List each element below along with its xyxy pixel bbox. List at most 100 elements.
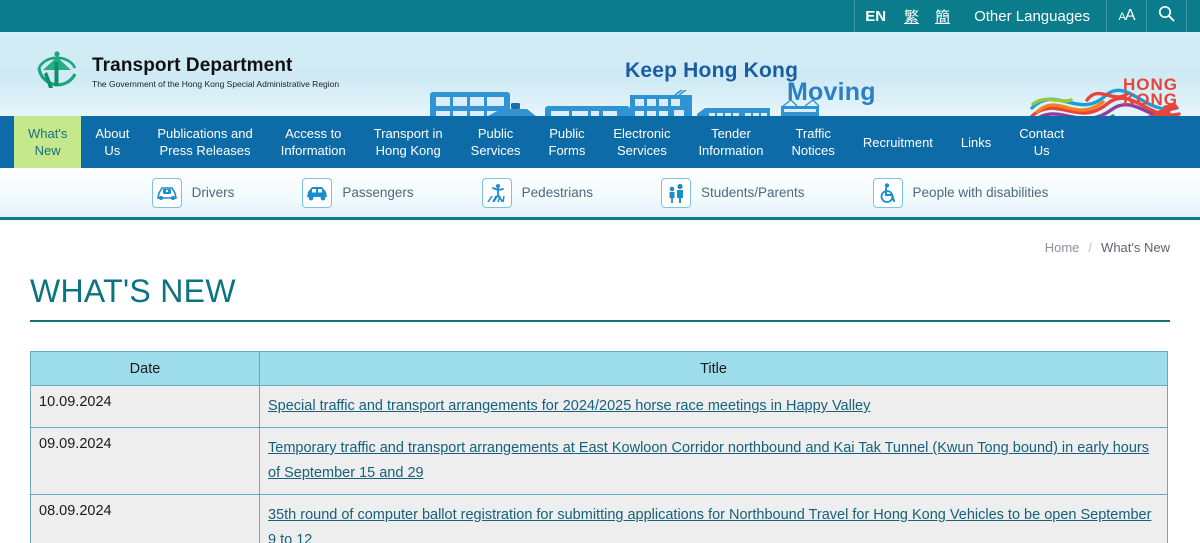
whats-new-table: Date Title 10.09.2024 Special traffic an… [30, 351, 1168, 543]
quick-link-people-with-disabilities-label: People with disabilities [912, 185, 1049, 200]
government-name: The Government of the Hong Kong Special … [92, 78, 340, 89]
nav-item-public-services[interactable]: Public Services [457, 116, 535, 168]
nav-item-recruitment[interactable]: Recruitment [849, 116, 947, 168]
nav-item-whats-new[interactable]: What's New [14, 116, 82, 168]
search-button[interactable] [1146, 0, 1186, 32]
nav-item-traffic-line1: Traffic [795, 126, 831, 141]
nav-item-about-us[interactable]: About Us [81, 116, 143, 168]
top-utility-bar-inner: EN 繁 簡 Other Languages AA [854, 0, 1200, 32]
news-link[interactable]: Special traffic and transport arrangemen… [268, 398, 870, 414]
nav-item-contact-us[interactable]: Contact Us [1005, 116, 1078, 168]
car-driver-icon [151, 177, 182, 208]
nav-item-publications-line1: Publications and [157, 126, 253, 141]
banner-vehicles-illustration [425, 85, 825, 116]
cell-title: 35th round of computer ballot registrati… [259, 494, 1168, 543]
nav-item-transport-line2: Hong Kong [375, 143, 441, 158]
table-head: Date Title [30, 351, 1168, 386]
nav-item-contact-line2: Us [1033, 143, 1050, 158]
other-languages-button[interactable]: Other Languages [958, 0, 1106, 32]
transport-department-logo-icon [33, 48, 81, 96]
news-link[interactable]: Temporary traffic and transport arrangem… [268, 440, 1149, 481]
quick-link-pedestrians[interactable]: Pedestrians [448, 177, 627, 208]
other-languages-label: Other Languages [974, 7, 1090, 25]
pedestrian-crossing-icon [481, 177, 512, 208]
quick-link-people-with-disabilities[interactable]: People with disabilities [839, 177, 1083, 208]
top-utility-bar: EN 繁 簡 Other Languages AA [0, 0, 1200, 32]
quick-link-drivers[interactable]: Drivers [118, 177, 269, 208]
whats-new-table-wrapper: Date Title 10.09.2024 Special traffic an… [30, 351, 1170, 543]
nav-item-transport-line1: Transport in [373, 126, 443, 141]
cell-date: 09.09.2024 [30, 427, 260, 495]
table-body: 10.09.2024 Special traffic and transport… [30, 385, 1168, 543]
table-row: 09.09.2024 Temporary traffic and transpo… [30, 427, 1168, 495]
nav-item-access-line2: Information [280, 143, 346, 158]
nav-item-tender-line1: Tender [711, 126, 751, 141]
svg-text:KONG: KONG [1123, 90, 1178, 109]
nav-item-public-forms[interactable]: Public Forms [535, 116, 600, 168]
site-banner: Transport Department The Government of t… [0, 32, 1200, 116]
language-simplified-label: 簡 [935, 8, 951, 26]
page-content: Home / What's New WHAT'S NEW Date Title … [0, 220, 1200, 543]
language-traditional-chinese-button[interactable]: 繁 [896, 0, 927, 32]
quick-link-students-parents[interactable]: Students/Parents [627, 177, 839, 208]
nav-item-about-us-line1: About [95, 126, 130, 141]
main-navigation: What's New About Us Publications and Pre… [0, 116, 1200, 168]
search-icon [1158, 5, 1175, 27]
nav-item-electronic-line1: Electronic [613, 126, 671, 141]
table-row: 08.09.2024 35th round of computer ballot… [30, 494, 1168, 543]
nav-item-publications-line2: Press Releases [159, 143, 251, 158]
nav-item-recruitment-label: Recruitment [862, 134, 933, 150]
language-simplified-chinese-button[interactable]: 簡 [927, 0, 958, 32]
department-name: Transport Department [92, 54, 293, 76]
news-link[interactable]: 35th round of computer ballot registrati… [268, 507, 1151, 543]
nav-item-public-services-line2: Services [470, 143, 521, 158]
quick-link-passengers[interactable]: Passengers [268, 177, 447, 208]
nav-item-traffic-line2: Notices [791, 143, 835, 158]
font-size-button[interactable]: AA [1106, 0, 1146, 32]
quick-link-pedestrians-label: Pedestrians [521, 185, 593, 200]
quick-link-students-parents-label: Students/Parents [700, 185, 805, 200]
brand-hong-kong-logo: HONG KONG [1027, 70, 1192, 116]
language-traditional-label: 繁 [904, 8, 920, 26]
nav-item-contact-line1: Contact [1019, 126, 1065, 141]
breadcrumb-current: What's New [1101, 240, 1170, 255]
table-header-row: Date Title [30, 351, 1168, 386]
site-logo-text: Transport Department The Government of t… [92, 55, 339, 90]
cell-title: Temporary traffic and transport arrangem… [259, 427, 1168, 495]
font-size-icon: AA [1118, 7, 1135, 24]
nav-item-public-services-line1: Public [477, 126, 514, 141]
nav-item-electronic-line2: Services [616, 143, 667, 158]
nav-item-public-forms-line1: Public [549, 126, 585, 141]
nav-item-transport-in-hong-kong[interactable]: Transport in Hong Kong [360, 116, 457, 168]
nav-item-tender-information[interactable]: Tender Information [684, 116, 777, 168]
language-en-button[interactable]: EN [854, 0, 896, 32]
cell-date: 10.09.2024 [30, 385, 260, 428]
nav-item-whats-new-line1: What's [28, 126, 68, 141]
cell-date: 08.09.2024 [30, 494, 260, 543]
nav-item-tender-line2: Information [698, 143, 764, 158]
site-logo[interactable]: Transport Department The Government of t… [33, 48, 339, 96]
nav-item-electronic-services[interactable]: Electronic Services [599, 116, 684, 168]
quick-link-drivers-label: Drivers [191, 185, 235, 200]
nav-item-links-label: Links [960, 134, 992, 150]
quick-link-passengers-label: Passengers [342, 185, 414, 200]
table-row: 10.09.2024 Special traffic and transport… [30, 385, 1168, 428]
nav-item-whats-new-line2: New [34, 143, 61, 158]
breadcrumb-home-link[interactable]: Home [1045, 240, 1080, 255]
column-header-title: Title [259, 351, 1168, 386]
wheelchair-icon [872, 177, 903, 208]
nav-item-access-to-information[interactable]: Access to Information [267, 116, 360, 168]
language-en-label: EN [865, 7, 887, 25]
breadcrumb: Home / What's New [30, 220, 1170, 255]
nav-item-about-us-line2: Us [104, 143, 121, 158]
topbar-end-spacer [1186, 0, 1200, 32]
column-header-date: Date [30, 351, 260, 386]
nav-item-access-line1: Access to [285, 126, 342, 141]
students-parents-icon [660, 177, 691, 208]
nav-item-traffic-notices[interactable]: Traffic Notices [777, 116, 848, 168]
car-passengers-icon [302, 177, 333, 208]
cell-title: Special traffic and transport arrangemen… [259, 385, 1168, 428]
nav-item-publications-press-releases[interactable]: Publications and Press Releases [143, 116, 266, 168]
nav-item-links[interactable]: Links [947, 116, 1005, 168]
page-title: WHAT'S NEW [30, 273, 1170, 322]
